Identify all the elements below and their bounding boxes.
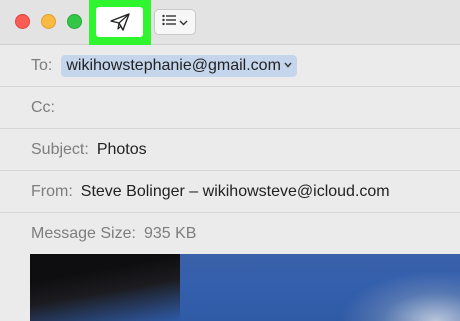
maximize-window-button[interactable] (67, 14, 82, 29)
subject-field[interactable]: Subject: Photos (0, 129, 460, 171)
message-size-row: Message Size: 935 KB (0, 213, 460, 255)
cc-label: Cc: (31, 98, 55, 116)
window-toolbar (0, 0, 460, 45)
subject-value: Photos (96, 140, 147, 158)
header-fields-menu-button[interactable] (154, 9, 196, 35)
from-value: Steve Bolinger – wikihowsteve@icloud.com (80, 182, 390, 200)
close-window-button[interactable] (15, 14, 30, 29)
send-button[interactable] (96, 7, 143, 37)
to-field[interactable]: To: wikihowstephanie@gmail.com (0, 45, 460, 87)
minimize-window-button[interactable] (41, 14, 56, 29)
recipient-token[interactable]: wikihowstephanie@gmail.com (61, 54, 297, 77)
list-icon (162, 13, 176, 31)
chevron-down-icon[interactable] (284, 60, 292, 71)
photo-cloud-region (340, 271, 460, 321)
chevron-down-icon (179, 13, 188, 31)
message-size-value: 935 KB (143, 225, 197, 242)
to-label: To: (31, 56, 53, 74)
recipient-address: wikihowstephanie@gmail.com (66, 56, 281, 74)
attached-photo[interactable] (30, 254, 460, 321)
cc-field[interactable]: Cc: (0, 87, 460, 129)
from-label: From: (31, 182, 73, 200)
photo-dark-region (30, 254, 180, 321)
paper-plane-icon (109, 12, 131, 32)
subject-label: Subject: (31, 140, 89, 158)
from-field[interactable]: From: Steve Bolinger – wikihowsteve@iclo… (0, 171, 460, 213)
message-size-label: Message Size: (31, 225, 136, 242)
